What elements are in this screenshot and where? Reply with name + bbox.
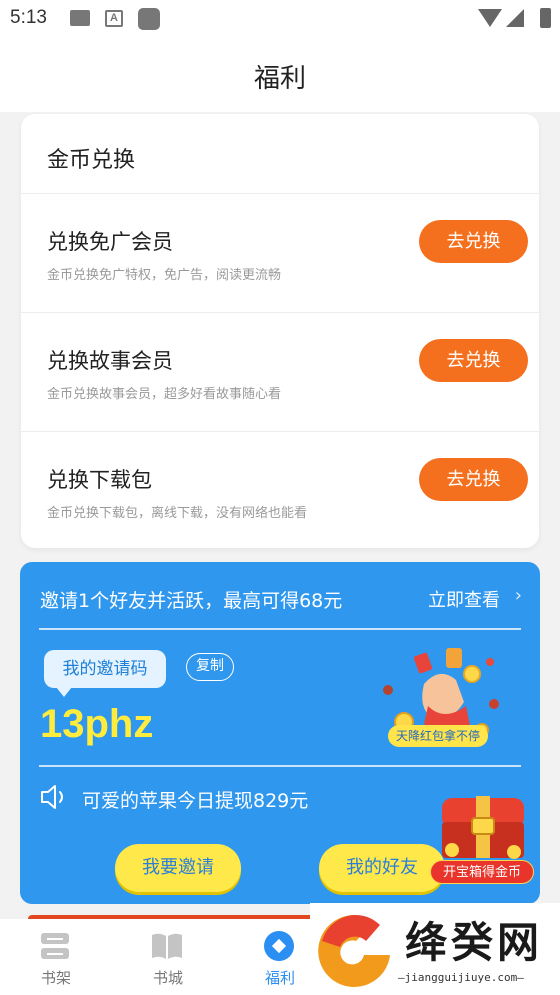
open-book-icon xyxy=(152,933,182,959)
divider xyxy=(39,765,521,767)
open-chest-label[interactable]: 开宝箱得金币 xyxy=(430,860,534,884)
status-time: 5:13 xyxy=(10,7,47,28)
nav-label-bookshelf: 书架 xyxy=(40,969,71,987)
text-notification-icon: A xyxy=(105,10,123,27)
nav-item-bookstore[interactable]: 书城 xyxy=(112,919,224,995)
red-packet-label: 天降红包拿不停 xyxy=(388,725,488,747)
watermark-url: —jiangguijiuye.com— xyxy=(398,971,524,984)
app-notification-icon xyxy=(138,8,160,30)
gallery-notification-icon xyxy=(70,10,90,26)
exchange-item-desc: 金币兑换下载包，离线下载，没有网络也能看 xyxy=(47,506,308,521)
chevron-right-icon[interactable]: › xyxy=(515,585,522,606)
exchange-item-story: 兑换故事会员 金币兑换故事会员，超多好看故事随心看 去兑换 xyxy=(21,313,539,431)
exchange-adfree-button[interactable]: 去兑换 xyxy=(419,220,528,263)
copy-code-button[interactable]: 复制 xyxy=(186,653,234,681)
my-friends-button[interactable]: 我的好友 xyxy=(319,844,445,892)
invite-headline: 邀请1个好友并活跃，最高可得68元 xyxy=(40,590,343,612)
watermark-title: 绛癸网 xyxy=(405,918,544,967)
exchange-item-download: 兑换下载包 金币兑换下载包，离线下载，没有网络也能看 去兑换 xyxy=(21,432,539,550)
watermark: 绛癸网 —jiangguijiuye.com— xyxy=(310,903,560,995)
exchange-item-desc: 金币兑换故事会员，超多好看故事随心看 xyxy=(47,387,282,402)
exchange-download-button[interactable]: 去兑换 xyxy=(419,458,528,501)
wifi-icon xyxy=(478,9,502,27)
battery-icon xyxy=(540,8,551,28)
exchange-item-name: 兑换下载包 xyxy=(47,468,152,492)
invite-friends-button[interactable]: 我要邀请 xyxy=(115,844,241,892)
bookshelf-icon xyxy=(41,933,69,959)
cell-signal-icon xyxy=(506,9,524,27)
welfare-diamond-icon xyxy=(264,931,294,961)
coin-exchange-title: 金币兑换 xyxy=(47,148,136,173)
nav-label-bookstore: 书城 xyxy=(152,969,183,987)
view-now-link[interactable]: 立即查看 xyxy=(428,586,500,612)
watermark-logo xyxy=(318,914,390,987)
invite-code-value: 13phz xyxy=(40,702,154,746)
page-title: 福利 xyxy=(253,64,306,94)
invite-code-label: 我的邀请码 xyxy=(44,650,166,697)
divider xyxy=(39,628,521,630)
status-bar: 5:13 A xyxy=(0,0,560,38)
withdraw-news-ticker: 可爱的苹果今日提现829元 xyxy=(82,790,309,812)
exchange-item-desc: 金币兑换免广特权，免广告，阅读更流畅 xyxy=(47,268,282,283)
nav-item-bookshelf[interactable]: 书架 xyxy=(0,919,112,995)
exchange-item-name: 兑换免广会员 xyxy=(47,230,173,254)
coin-exchange-card: 金币兑换 兑换免广会员 金币兑换免广特权，免广告，阅读更流畅 去兑换 兑换故事会… xyxy=(21,114,539,548)
exchange-item-adfree: 兑换免广会员 金币兑换免广特权，免广告，阅读更流畅 去兑换 xyxy=(21,194,539,312)
speaker-icon xyxy=(41,785,63,809)
page-header: 福利 xyxy=(0,38,560,112)
exchange-item-name: 兑换故事会员 xyxy=(47,349,173,373)
exchange-story-button[interactable]: 去兑换 xyxy=(419,339,528,382)
treasure-chest-icon[interactable] xyxy=(436,792,530,862)
